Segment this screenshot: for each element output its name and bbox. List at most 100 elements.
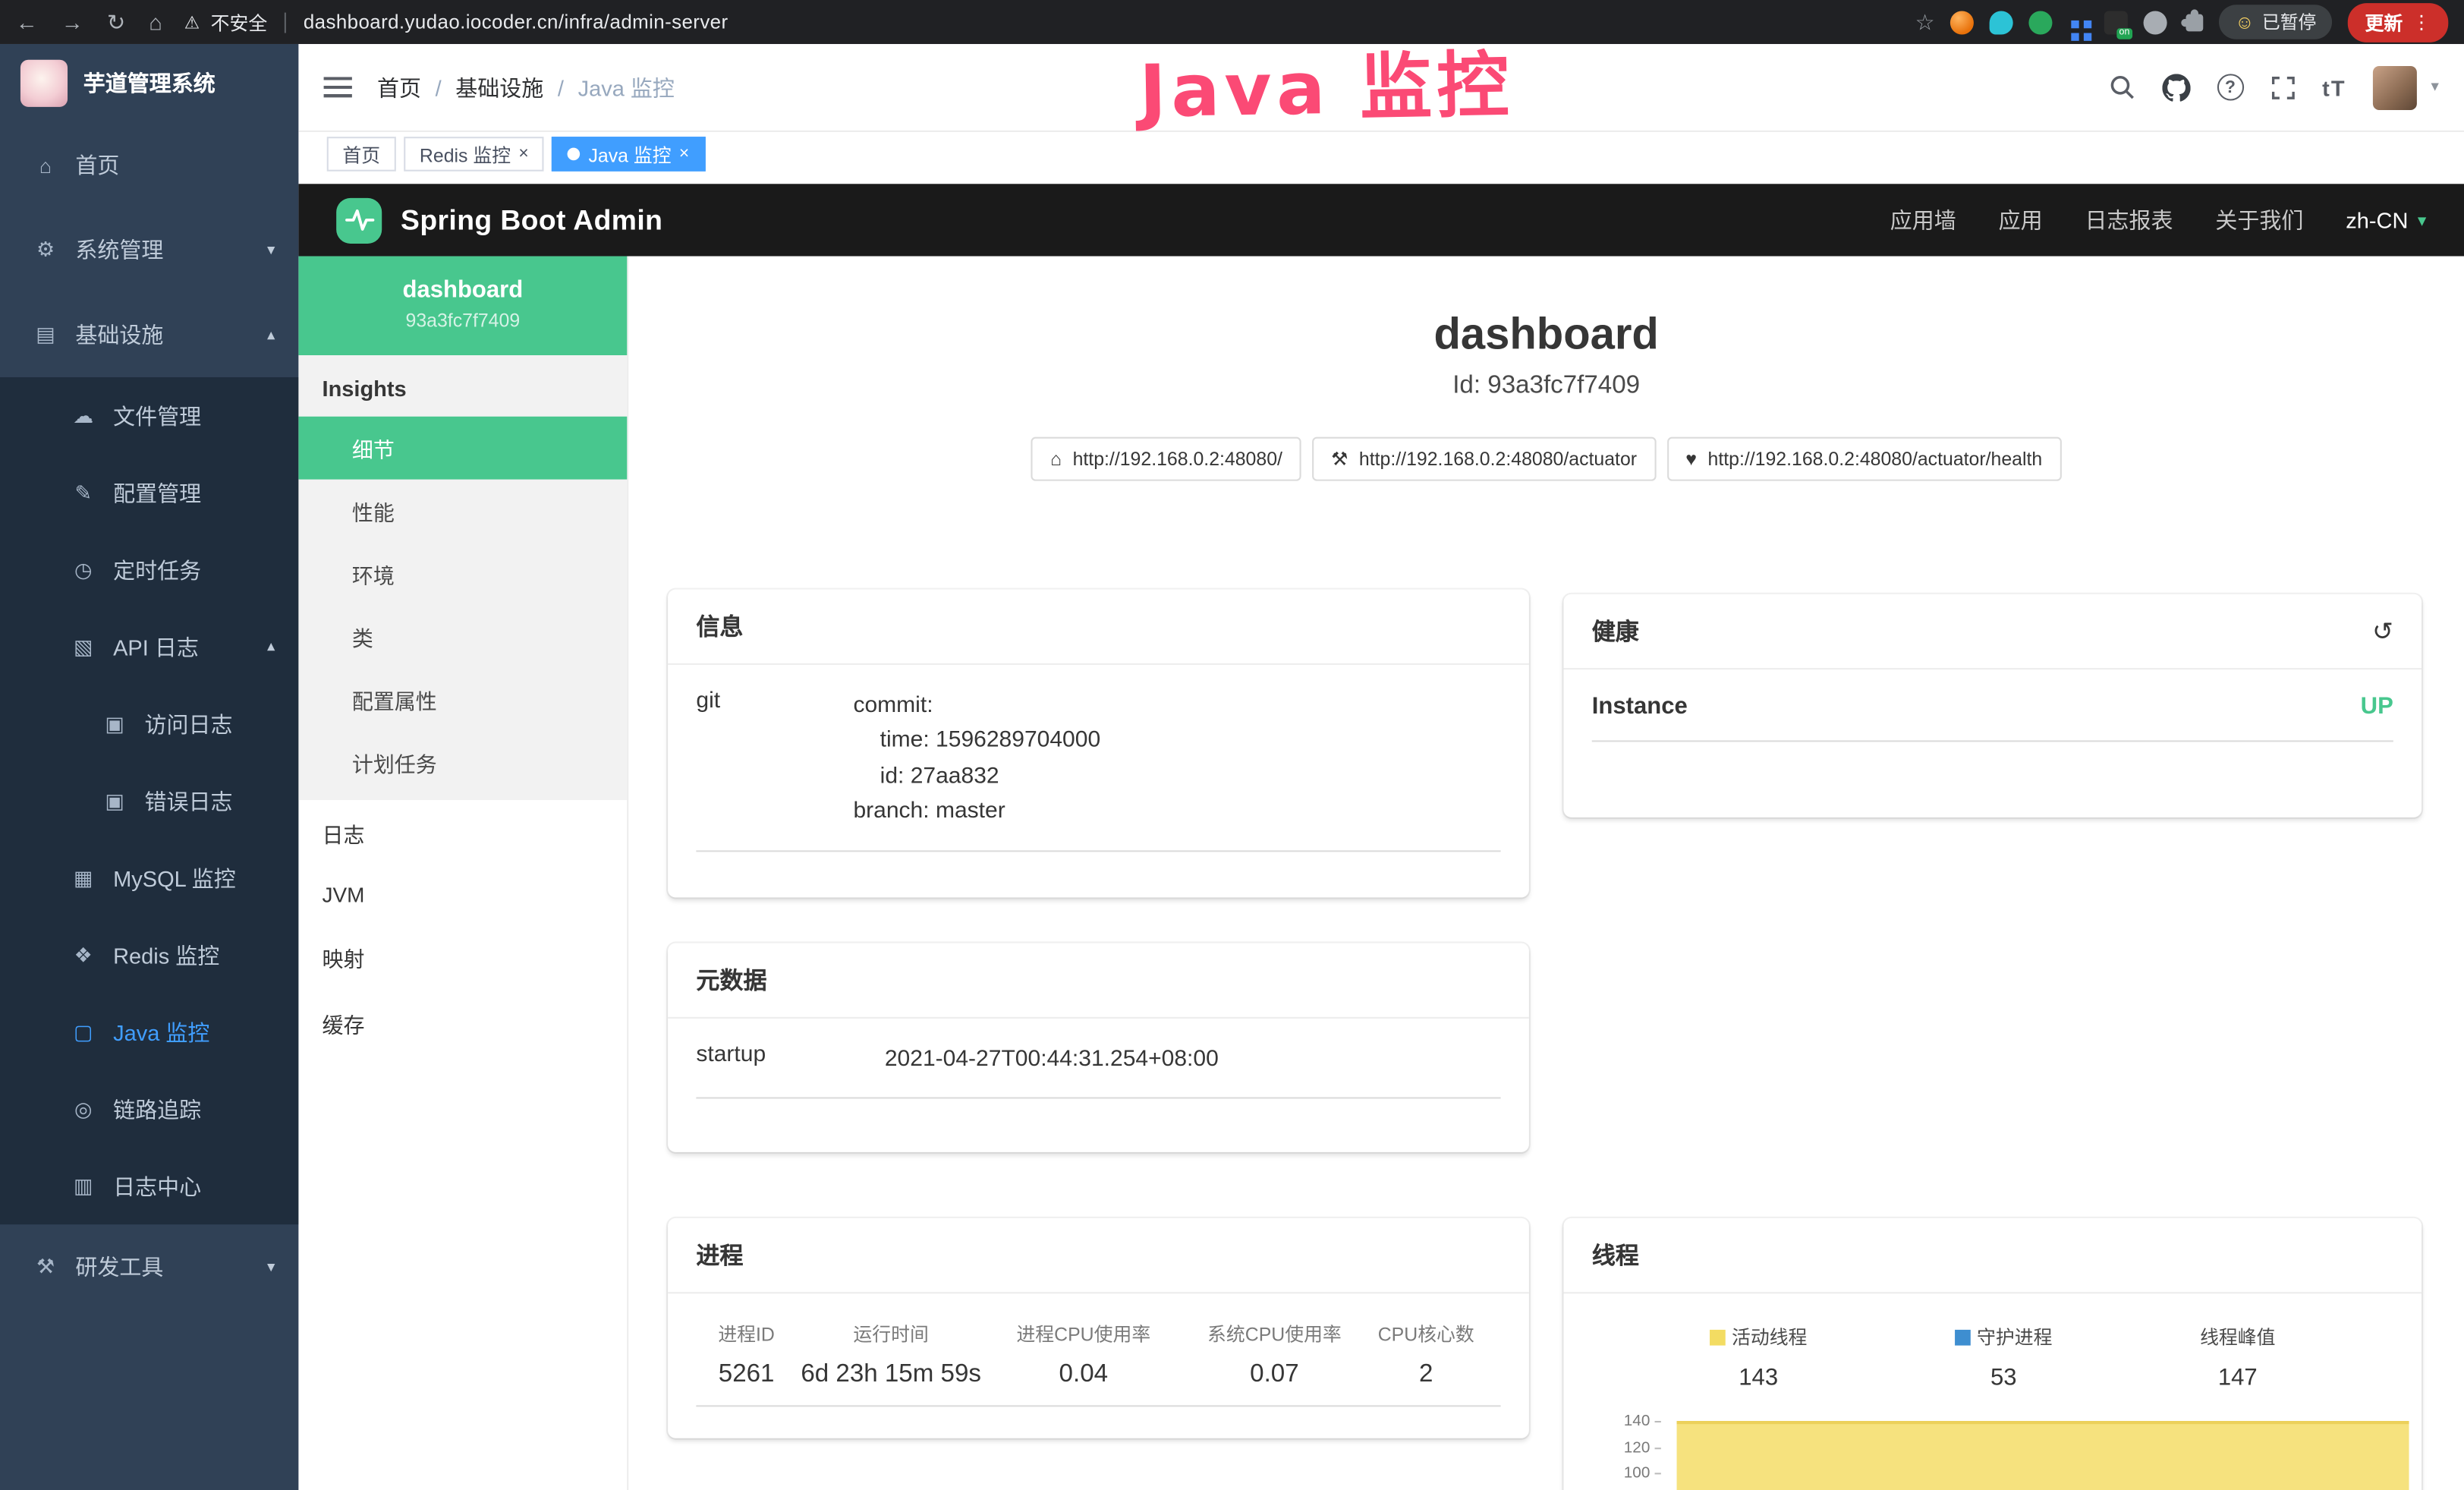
forward-icon[interactable]: → <box>61 9 83 34</box>
font-size-icon[interactable]: tT <box>2322 74 2346 99</box>
sidebar-item-system[interactable]: ⚙ 系统管理 ▾ <box>0 207 298 292</box>
address-bar[interactable]: ⚠ 不安全 dashboard.yudao.iocoder.cn/infra/a… <box>184 8 729 35</box>
caret-down-icon: ▾ <box>2431 79 2438 96</box>
breadcrumb-infrastructure[interactable]: 基础设施 <box>455 71 543 102</box>
process-col-process-cpu: 进程CPU使用率 0.04 <box>985 1320 1182 1389</box>
sidebar-item-mysql-monitor[interactable]: ▦ MySQL 监控 <box>0 840 298 916</box>
sidebar-item-tracing[interactable]: ◎ 链路追踪 <box>0 1070 298 1147</box>
url-text: dashboard.yudao.iocoder.cn/infra/admin-s… <box>304 11 729 33</box>
tab-home[interactable]: 首页 <box>327 137 396 172</box>
history-icon[interactable]: ↺ <box>2372 616 2393 647</box>
sba-item-jvm[interactable]: JVM <box>298 866 627 925</box>
sidebar-item-access-logs[interactable]: ▣ 访问日志 <box>0 685 298 762</box>
logo-image <box>20 60 68 107</box>
fullscreen-icon[interactable] <box>2270 74 2296 99</box>
app-title: 芋道管理系统 <box>83 68 216 99</box>
breadcrumb-home[interactable]: 首页 <box>377 71 421 102</box>
chrome-menu-icon[interactable]: ⋮ <box>2412 11 2431 33</box>
sidebar-item-api-logs[interactable]: ▧ API 日志 ▴ <box>0 608 298 685</box>
sba-body: dashboard 93a3fc7f7409 Insights 细节 性能 环境… <box>298 257 2464 1490</box>
home-icon[interactable]: ⌂ <box>149 9 162 34</box>
sba-nav-about[interactable]: 关于我们 <box>2215 204 2303 235</box>
extension-grid-icon[interactable] <box>2072 20 2079 28</box>
sba-nav-wallboard[interactable]: 应用墙 <box>1890 204 1956 235</box>
extension-icon[interactable] <box>2144 10 2167 33</box>
locale-label: zh-CN <box>2346 207 2408 232</box>
sba-item-metrics[interactable]: 性能 <box>298 480 627 543</box>
sidebar-item-infrastructure[interactable]: ▤ 基础设施 ▴ <box>0 292 298 377</box>
info-card-title: 信息 <box>696 610 743 642</box>
sidebar-item-error-logs[interactable]: ▣ 错误日志 <box>0 762 298 839</box>
sidebar-item-config-manage[interactable]: ✎ 配置管理 <box>0 454 298 531</box>
sba-nav: 应用墙 应用 日志报表 关于我们 zh-CN ▾ <box>1890 204 2427 235</box>
sidebar-item-file-manage[interactable]: ☁ 文件管理 <box>0 377 298 454</box>
sidebar-item-label: 访问日志 <box>145 708 233 739</box>
health-instance-label: Instance <box>1592 693 1688 720</box>
sba-item-mappings[interactable]: 映射 <box>298 925 627 991</box>
sba-item-config-props[interactable]: 配置属性 <box>298 668 627 731</box>
extension-icon[interactable] <box>1990 10 2013 33</box>
sidebar-item-scheduled-tasks[interactable]: ◷ 定时任务 <box>0 531 298 608</box>
extension-icon[interactable] <box>2029 10 2053 33</box>
instance-url-button[interactable]: ⌂ http://192.168.0.2:48080/ <box>1031 437 1301 481</box>
top-header: 首页 / 基础设施 / Java 监控 Java 监控 ? tT ▾ <box>298 44 2464 132</box>
sidebar-item-dev-tools[interactable]: ⚒ 研发工具 ▾ <box>0 1224 298 1309</box>
logo-row[interactable]: 芋道管理系统 <box>0 44 298 123</box>
user-avatar[interactable] <box>2373 65 2417 109</box>
sidebar-item-redis-monitor[interactable]: ❖ Redis 监控 <box>0 916 298 993</box>
y-axis-tick: 100 <box>1607 1466 1660 1482</box>
sba-nav-journal[interactable]: 日志报表 <box>2085 204 2173 235</box>
extension-switch-icon[interactable]: on <box>2104 10 2128 33</box>
sba-locale-select[interactable]: zh-CN ▾ <box>2346 207 2426 232</box>
sba-item-classes[interactable]: 类 <box>298 605 627 668</box>
git-time-line: time: 1596289704000 <box>853 724 1100 760</box>
sidebar-item-java-monitor[interactable]: ▢ Java 监控 <box>0 994 298 1070</box>
sba-item-logs[interactable]: 日志 <box>298 800 627 866</box>
extensions-puzzle-icon[interactable] <box>2186 14 2204 31</box>
col-header: 进程CPU使用率 <box>985 1320 1182 1347</box>
sidebar-item-log-center[interactable]: ▥ 日志中心 <box>0 1148 298 1224</box>
git-id-line: id: 27aa832 <box>853 759 1100 795</box>
sba-item-environment[interactable]: 环境 <box>298 542 627 605</box>
sba-instance-block[interactable]: dashboard 93a3fc7f7409 <box>298 257 627 355</box>
main-column: 首页 / 基础设施 / Java 监控 Java 监控 ? tT ▾ <box>298 44 2464 1490</box>
layers-icon: ❖ <box>69 942 97 967</box>
instance-title: dashboard <box>628 310 2464 360</box>
hamburger-icon[interactable] <box>324 77 352 97</box>
tab-java-monitor[interactable]: Java 监控 × <box>552 137 705 172</box>
reload-icon[interactable]: ↻ <box>107 8 125 35</box>
sidebar-item-home[interactable]: ⌂ 首页 <box>0 123 298 208</box>
legend-daemon-threads: 守护进程 53 <box>1955 1324 2052 1391</box>
info-row-git: git commit: time: 1596289704000 id: 27aa… <box>696 688 1500 852</box>
sba-item-scheduled[interactable]: 计划任务 <box>298 731 627 794</box>
help-icon[interactable]: ? <box>2217 74 2243 100</box>
sba-item-details[interactable]: 细节 <box>298 417 627 480</box>
close-icon[interactable]: × <box>679 146 689 163</box>
chrome-update-button[interactable]: 更新 ⋮ <box>2348 2 2449 42</box>
process-col-uptime: 运行时间 6d 23h 15m 59s <box>797 1320 985 1389</box>
health-card-title: 健康 <box>1592 615 1639 647</box>
sba-item-caches[interactable]: 缓存 <box>298 991 627 1057</box>
sba-logo-icon[interactable] <box>336 197 382 243</box>
app-shell: 芋道管理系统 ⌂ 首页 ⚙ 系统管理 ▾ ▤ 基础设施 ▴ <box>0 44 2464 1490</box>
health-url-button[interactable]: ♥ http://192.168.0.2:48080/actuator/heal… <box>1666 437 2061 481</box>
github-icon[interactable] <box>2162 73 2190 101</box>
log-center-icon: ▥ <box>69 1173 97 1199</box>
live-threads-area <box>1677 1421 2409 1490</box>
health-status-badge: UP <box>2361 693 2393 720</box>
card-title: 信息 <box>668 590 1529 665</box>
profile-avatar-icon: ☺ <box>2235 11 2254 33</box>
bookmark-star-icon[interactable]: ☆ <box>1915 8 1935 35</box>
close-icon[interactable]: × <box>518 146 528 163</box>
instance-links: ⌂ http://192.168.0.2:48080/ ⚒ http://192… <box>628 437 2464 481</box>
browser-toolbar-right: ☆ on ☺ 已暂停 更新 ⋮ <box>1915 2 2464 42</box>
health-card: 健康 ↺ Instance UP <box>1563 594 2422 817</box>
back-icon[interactable]: ← <box>16 9 38 34</box>
search-icon[interactable] <box>2108 74 2135 100</box>
extension-icon[interactable] <box>1950 10 1974 33</box>
profile-paused-badge[interactable]: ☺ 已暂停 <box>2219 5 2332 39</box>
sba-nav-applications[interactable]: 应用 <box>1999 204 2043 235</box>
actuator-url-button[interactable]: ⚒ http://192.168.0.2:48080/actuator <box>1312 437 1656 481</box>
browser-chrome: ← → ↻ ⌂ ⚠ 不安全 dashboard.yudao.iocoder.cn… <box>0 0 2464 44</box>
tab-redis-monitor[interactable]: Redis 监控 × <box>404 137 544 172</box>
